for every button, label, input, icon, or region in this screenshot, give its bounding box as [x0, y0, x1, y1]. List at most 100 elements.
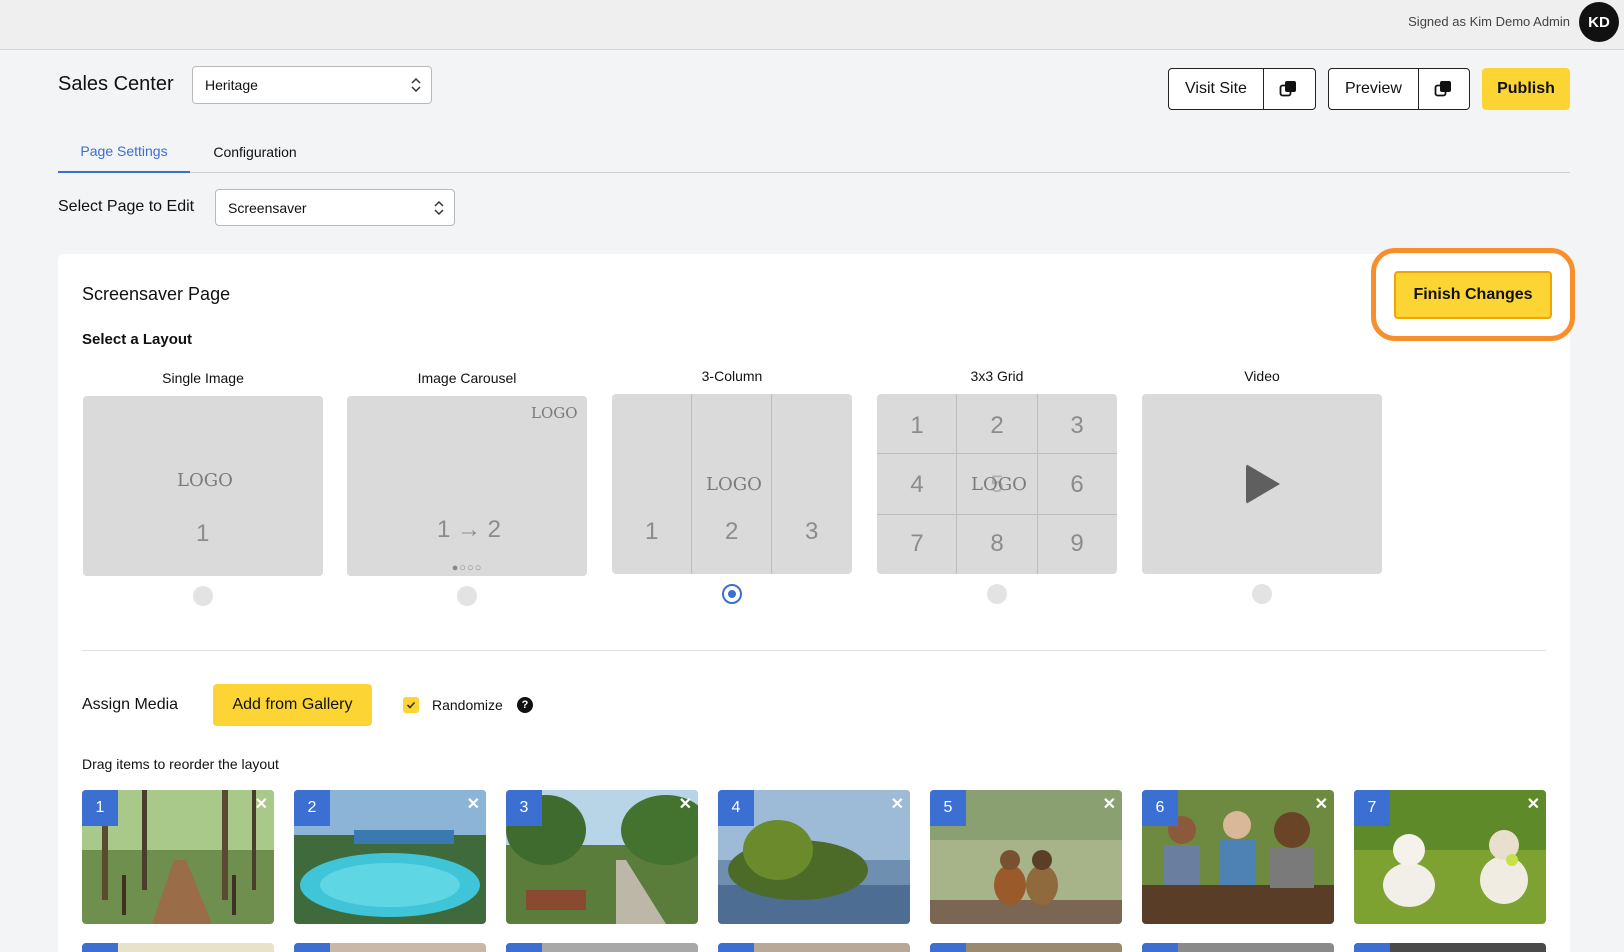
media-index-badge: 4 — [718, 790, 754, 826]
site-select[interactable]: Heritage — [192, 66, 432, 104]
media-index-badge: 1 — [82, 790, 118, 826]
preview-group: Preview — [1328, 68, 1470, 110]
logo-placeholder: LOGO — [971, 474, 1027, 495]
slot-number: 1 — [196, 520, 210, 547]
slot-number: 6 — [1070, 471, 1084, 498]
play-icon — [1246, 464, 1280, 504]
media-index-badge — [718, 943, 754, 952]
chevron-updown-icon — [434, 200, 444, 215]
page-select[interactable]: Screensaver — [215, 189, 455, 226]
copy-icon — [1279, 81, 1296, 97]
remove-media-icon[interactable]: ✕ — [1527, 794, 1540, 814]
logo-placeholder: LOGO — [706, 474, 762, 495]
tab-configuration[interactable]: Configuration — [190, 130, 320, 173]
layout-thumbnail[interactable]: 1 2 3 4 5 6 LOGO 7 8 9 — [877, 394, 1117, 574]
media-index-badge — [294, 943, 330, 952]
layout-radio[interactable] — [1252, 584, 1272, 604]
media-index-badge — [1354, 943, 1390, 952]
media-item[interactable]: 3 ✕ — [506, 790, 698, 924]
layout-thumbnail[interactable]: LOGO 1 2 3 — [612, 394, 852, 574]
checkmark-icon — [406, 701, 416, 709]
media-item-partial[interactable] — [82, 943, 274, 952]
visit-site-copy-button[interactable] — [1264, 69, 1312, 109]
page-title: Sales Center — [58, 73, 174, 95]
tab-bar: Page Settings Configuration — [58, 130, 1570, 173]
help-icon[interactable]: ? — [517, 697, 533, 713]
media-item[interactable]: 4 ✕ — [718, 790, 910, 924]
layout-option-single-image[interactable]: Single Image LOGO 1 — [83, 370, 323, 606]
site-select-value: Heritage — [205, 77, 258, 93]
media-item-partial[interactable] — [294, 943, 486, 952]
remove-media-icon[interactable]: ✕ — [255, 794, 268, 814]
media-index-badge: 7 — [1354, 790, 1390, 826]
layout-option-image-carousel[interactable]: Image Carousel LOGO 1 → 2 ●○○○ — [347, 370, 587, 606]
media-item[interactable]: 1 ✕ — [82, 790, 274, 924]
section-divider — [82, 650, 1546, 651]
slot-number: 8 — [990, 530, 1004, 557]
drag-hint: Drag items to reorder the layout — [82, 756, 279, 772]
carousel-dots: ●○○○ — [451, 562, 483, 574]
media-index-badge — [1142, 943, 1178, 952]
remove-media-icon[interactable]: ✕ — [1103, 794, 1116, 814]
layout-thumbnail[interactable] — [1142, 394, 1382, 574]
top-bar: Signed as Kim Demo Admin KD — [0, 0, 1624, 50]
layout-thumbnail[interactable]: LOGO 1 → 2 ●○○○ — [347, 396, 587, 576]
layout-option-3-column[interactable]: 3-Column LOGO 1 2 3 — [612, 368, 852, 604]
media-item[interactable]: 6 ✕ — [1142, 790, 1334, 924]
media-index-badge: 3 — [506, 790, 542, 826]
preview-copy-button[interactable] — [1419, 69, 1467, 109]
slot-number: 7 — [910, 530, 924, 557]
tab-page-settings[interactable]: Page Settings — [58, 130, 190, 173]
media-item[interactable]: 2 ✕ — [294, 790, 486, 924]
media-item[interactable]: 5 ✕ — [930, 790, 1122, 924]
media-index-badge: 6 — [1142, 790, 1178, 826]
visit-site-group: Visit Site — [1168, 68, 1316, 110]
media-item[interactable]: 7 ✕ — [1354, 790, 1546, 924]
slot-number: 3 — [805, 518, 819, 545]
slot-number: 4 — [910, 471, 924, 498]
remove-media-icon[interactable]: ✕ — [467, 794, 480, 814]
randomize-checkbox[interactable] — [403, 697, 419, 713]
layout-radio-selected[interactable] — [722, 584, 742, 604]
layout-option-video[interactable]: Video — [1142, 368, 1382, 604]
row-divider — [877, 514, 1117, 515]
carousel-sequence: 1 → 2 — [437, 516, 502, 543]
layout-name: 3x3 Grid — [970, 368, 1024, 384]
layout-radio[interactable] — [457, 586, 477, 606]
finish-changes-button[interactable]: Finish Changes — [1394, 271, 1552, 319]
row-divider — [877, 453, 1117, 454]
media-item-partial[interactable] — [930, 943, 1122, 952]
slot-number: 9 — [1070, 530, 1084, 557]
page-select-value: Screensaver — [228, 199, 307, 216]
slot-number: 3 — [1070, 412, 1084, 439]
copy-icon — [1434, 81, 1451, 97]
preview-button[interactable]: Preview — [1329, 69, 1419, 109]
signed-in-text: Signed as Kim Demo Admin — [1408, 14, 1570, 29]
layout-radio[interactable] — [193, 586, 213, 606]
avatar[interactable]: KD — [1579, 2, 1619, 42]
layout-thumbnail[interactable]: LOGO 1 — [83, 396, 323, 576]
slot-number: 1 — [910, 412, 924, 439]
publish-button[interactable]: Publish — [1482, 68, 1570, 110]
logo-placeholder: LOGO — [177, 470, 233, 491]
column-divider — [691, 394, 692, 574]
slot-number: 1 — [645, 518, 659, 545]
add-from-gallery-button[interactable]: Add from Gallery — [213, 684, 372, 726]
media-index-badge — [930, 943, 966, 952]
media-item-partial[interactable] — [718, 943, 910, 952]
media-item-partial[interactable] — [1142, 943, 1334, 952]
media-item-partial[interactable] — [506, 943, 698, 952]
remove-media-icon[interactable]: ✕ — [891, 794, 904, 814]
layout-option-3x3-grid[interactable]: 3x3 Grid 1 2 3 4 5 6 LOGO 7 8 9 — [877, 368, 1117, 604]
column-divider — [771, 394, 772, 574]
remove-media-icon[interactable]: ✕ — [1315, 794, 1328, 814]
logo-placeholder: LOGO — [531, 404, 578, 422]
layout-name: Video — [1244, 368, 1280, 384]
slot-number: 2 — [725, 518, 739, 545]
media-item-partial[interactable] — [1354, 943, 1546, 952]
layout-radio[interactable] — [987, 584, 1007, 604]
remove-media-icon[interactable]: ✕ — [679, 794, 692, 814]
page-select-label: Select Page to Edit — [58, 198, 195, 215]
slot-number: 2 — [990, 412, 1004, 439]
visit-site-button[interactable]: Visit Site — [1169, 69, 1264, 109]
